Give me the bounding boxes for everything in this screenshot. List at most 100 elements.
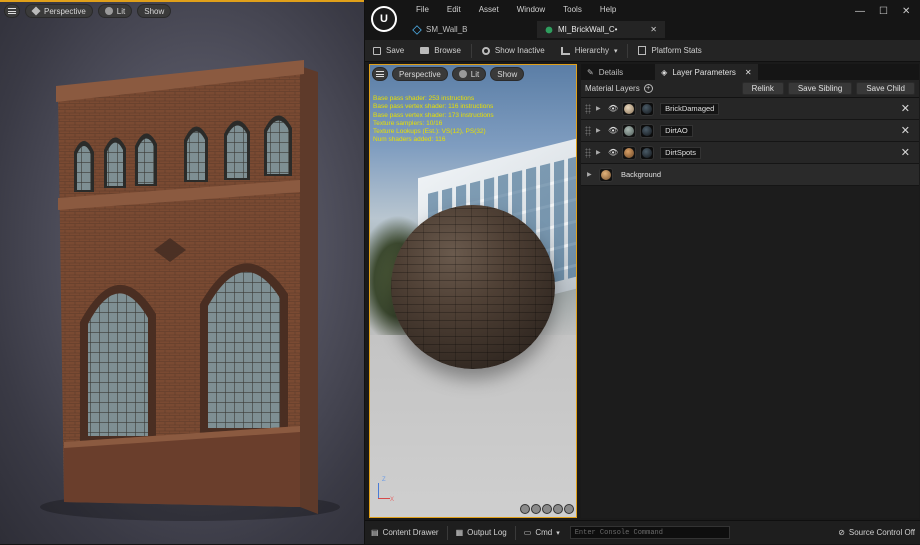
layer-row[interactable]: ▶ 👁 DirtAO ✕	[581, 120, 919, 142]
visibility-eye-icon[interactable]: 👁	[608, 126, 618, 135]
tab-layer-parameters[interactable]: ◈ Layer Parameters ✕	[655, 64, 758, 80]
close-tab-icon[interactable]: ✕	[650, 25, 657, 34]
output-log-button[interactable]: ▦ Output Log	[450, 521, 513, 545]
cube-shape-icon[interactable]	[553, 504, 563, 514]
layer-name[interactable]: DirtAO	[660, 124, 693, 137]
lit-sphere-icon	[458, 70, 467, 78]
drag-handle-icon[interactable]	[585, 147, 591, 158]
content-drawer-button[interactable]: ▤ Content Drawer	[365, 521, 445, 545]
terminal-icon: ▭	[523, 528, 532, 537]
static-mesh-icon	[412, 24, 422, 35]
show-button[interactable]: Show	[137, 4, 172, 18]
show-inactive-button[interactable]: Show Inactive	[474, 40, 553, 62]
layer-thumbnail	[622, 101, 637, 116]
platform-stats-label: Platform Stats	[651, 46, 702, 55]
viewport-menu-button[interactable]	[4, 4, 20, 18]
lit-button[interactable]: Lit	[97, 4, 133, 18]
menu-file[interactable]: File	[407, 5, 438, 14]
axis-gizmo: Z X	[376, 477, 398, 505]
asset-toolbar: Save Browse Show Inactive Hierarchy ▾ Pl…	[365, 40, 920, 62]
expand-arrow-icon[interactable]: ▶	[596, 127, 602, 134]
browse-label: Browse	[434, 46, 461, 55]
remove-layer-icon[interactable]: ✕	[901, 124, 910, 137]
perspective-label: Perspective	[44, 6, 86, 16]
stats-line: Base pass vertex shader: 116 instruction…	[373, 103, 494, 111]
sphere-shape-icon[interactable]	[531, 504, 541, 514]
expand-arrow-icon[interactable]: ▶	[587, 171, 593, 178]
add-layer-icon[interactable]: +	[643, 84, 653, 93]
layer-thumbnail	[622, 123, 637, 138]
material-preview-viewport[interactable]: Perspective Lit Show Base pass shader: 2…	[369, 64, 577, 518]
layer-row[interactable]: ▶ 👁 BrickDamaged ✕	[581, 98, 919, 120]
hierarchy-icon	[560, 46, 570, 55]
remove-layer-icon[interactable]: ✕	[901, 102, 910, 115]
tab-details[interactable]: ✎ Details	[581, 64, 629, 80]
cmd-dropdown[interactable]: ▭ Cmd ▾	[518, 521, 566, 545]
lit-label: Lit	[470, 69, 480, 79]
perspective-button[interactable]: Perspective	[25, 4, 93, 18]
menu-edit[interactable]: Edit	[438, 5, 470, 14]
material-layers-title: Material Layers +	[585, 84, 653, 93]
menu-asset[interactable]: Asset	[470, 5, 508, 14]
menu-help[interactable]: Help	[591, 5, 625, 14]
preview-show-button[interactable]: Show	[490, 67, 525, 81]
hierarchy-button[interactable]: Hierarchy ▾	[553, 40, 626, 62]
platform-stats-button[interactable]: Platform Stats	[630, 40, 709, 62]
remove-layer-icon[interactable]: ✕	[901, 146, 910, 159]
stats-line: Base pass shader: 253 instructions	[373, 95, 475, 102]
level-viewport[interactable]: Perspective Lit Show	[0, 0, 364, 544]
layer-name[interactable]: DirtSpots	[660, 146, 701, 159]
output-log-icon: ▦	[455, 528, 464, 537]
plane-shape-icon[interactable]	[542, 504, 552, 514]
browse-button[interactable]: Browse	[412, 40, 469, 62]
source-control-button[interactable]: ⊘ Source Control Off	[832, 521, 920, 545]
drag-handle-icon[interactable]	[585, 125, 591, 136]
layer-name[interactable]: BrickDamaged	[660, 102, 720, 115]
menu-window[interactable]: Window	[508, 5, 554, 14]
folder-icon	[420, 47, 430, 54]
blend-mask-thumbnail	[640, 123, 655, 138]
mesh-shape-icon[interactable]	[564, 504, 574, 514]
save-sibling-button[interactable]: Save Sibling	[787, 82, 853, 95]
expand-arrow-icon[interactable]: ▶	[596, 149, 602, 156]
z-axis	[378, 483, 379, 499]
close-tab-icon[interactable]: ✕	[745, 68, 752, 77]
preview-shape-buttons	[520, 504, 574, 514]
material-layers-header: Material Layers + Relink Save Sibling Sa…	[581, 80, 919, 98]
layer-params-tab-label: Layer Parameters	[672, 67, 736, 77]
maximize-icon[interactable]: ☐	[879, 6, 888, 17]
tab-label: MI_BrickWall_C•	[558, 25, 618, 34]
cylinder-shape-icon[interactable]	[520, 504, 530, 514]
layer-row[interactable]: ▶ 👁 DirtSpots ✕	[581, 142, 919, 164]
panel-tabs: ✎ Details ◈ Layer Parameters ✕	[581, 64, 919, 80]
expand-arrow-icon[interactable]: ▶	[596, 105, 602, 112]
minimize-icon[interactable]: —	[855, 6, 865, 17]
toolbar-separator	[627, 43, 629, 58]
blend-mask-thumbnail	[640, 101, 655, 116]
output-log-label: Output Log	[467, 528, 507, 537]
preview-perspective-button[interactable]: Perspective	[392, 67, 448, 81]
preview-lit-button[interactable]: Lit	[451, 67, 487, 81]
material-layers-label: Material Layers	[585, 84, 640, 93]
menu-tools[interactable]: Tools	[554, 5, 591, 14]
save-child-button[interactable]: Save Child	[856, 82, 915, 95]
background-layer-row[interactable]: ▶ Background	[581, 164, 919, 186]
preview-menu-button[interactable]	[372, 67, 388, 81]
tab-mi-brickwall-c[interactable]: MI_BrickWall_C• ✕	[537, 21, 665, 38]
platform-stats-icon	[638, 46, 647, 55]
material-instance-icon	[544, 24, 554, 35]
save-button[interactable]: Save	[365, 40, 412, 62]
brick-wall-mesh	[40, 60, 340, 521]
close-window-icon[interactable]: ✕	[902, 6, 910, 17]
visibility-eye-icon[interactable]: 👁	[608, 104, 618, 113]
tab-sm-wall-b[interactable]: SM_Wall_B	[405, 21, 535, 38]
visibility-eye-icon[interactable]: 👁	[608, 148, 618, 157]
layers-icon: ◈	[661, 67, 668, 77]
content-drawer-label: Content Drawer	[382, 528, 439, 537]
stats-line: Base pass vertex shader: 173 instruction…	[373, 111, 494, 119]
blend-mask-thumbnail	[640, 145, 655, 160]
drag-handle-icon[interactable]	[585, 103, 591, 114]
relink-button[interactable]: Relink	[741, 82, 784, 95]
console-input[interactable]: Enter Console Command	[569, 526, 730, 539]
show-inactive-label: Show Inactive	[494, 46, 545, 55]
